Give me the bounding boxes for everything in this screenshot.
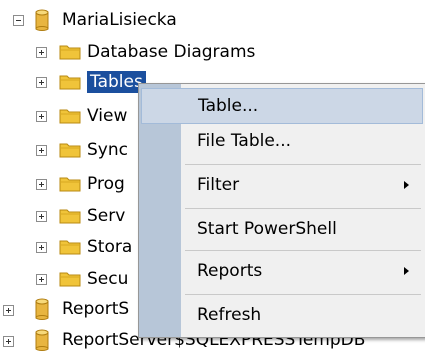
tree-node-views[interactable]: View [0, 100, 140, 130]
menu-separator [185, 164, 421, 165]
database-icon [35, 329, 49, 351]
menu-item-filter[interactable]: Filter [141, 168, 423, 204]
folder-icon [59, 45, 81, 60]
tree-node-label: Serv [87, 206, 126, 226]
context-menu: Table... File Table... Filter Start Powe… [138, 83, 425, 338]
folder-icon [59, 209, 81, 224]
folder-icon [59, 240, 81, 255]
menu-item-label: Table... [198, 96, 259, 116]
tree-node-security[interactable]: Secu [0, 263, 140, 293]
tree-node-label: Sync [87, 140, 128, 160]
tree-node-database[interactable]: MariaLisiecka [0, 5, 200, 35]
menu-item-label: Filter [197, 175, 240, 195]
menu-item-reports[interactable]: Reports [141, 254, 423, 290]
expand-icon[interactable] [36, 274, 47, 285]
menu-item-file-table[interactable]: File Table... [141, 124, 423, 160]
submenu-arrow-icon [404, 181, 409, 189]
tree-node-label: ReportS [62, 299, 130, 319]
tree-node-service-broker[interactable]: Serv [0, 200, 140, 230]
database-icon [35, 298, 49, 320]
menu-item-new-table[interactable]: Table... [141, 88, 423, 124]
expand-icon[interactable] [3, 336, 14, 347]
menu-item-label: Refresh [197, 305, 262, 325]
database-icon [35, 9, 49, 31]
menu-item-label: Reports [197, 261, 263, 281]
menu-separator [185, 294, 421, 295]
submenu-arrow-icon [404, 267, 409, 275]
folder-icon [59, 109, 81, 124]
tree-node-label: Stora [87, 237, 133, 257]
tree-node-label: View [87, 106, 128, 126]
folder-icon [59, 143, 81, 158]
menu-item-start-powershell[interactable]: Start PowerShell [141, 212, 423, 248]
tree-node-database[interactable]: ReportS [0, 294, 140, 324]
expand-icon[interactable] [36, 111, 47, 122]
expand-icon[interactable] [36, 77, 47, 88]
collapse-icon[interactable] [13, 15, 24, 26]
tree-node-storage[interactable]: Stora [0, 231, 140, 261]
tree-node-programmability[interactable]: Prog [0, 168, 140, 198]
expand-icon[interactable] [3, 305, 14, 316]
expand-icon[interactable] [36, 47, 47, 58]
menu-separator [185, 250, 421, 251]
tree-node-label: MariaLisiecka [62, 10, 177, 30]
expand-icon[interactable] [36, 145, 47, 156]
menu-item-label: File Table... [197, 131, 292, 151]
menu-item-refresh[interactable]: Refresh [141, 298, 423, 334]
menu-separator [185, 208, 421, 209]
tree-node-label: Database Diagrams [87, 42, 256, 62]
expand-icon[interactable] [36, 242, 47, 253]
tree-node-label: Tables [87, 71, 146, 93]
tree-node-label: Secu [87, 269, 129, 289]
tree-node-label: Prog [87, 174, 125, 194]
menu-item-label: Start PowerShell [197, 219, 337, 239]
folder-icon [59, 272, 81, 287]
tree-node-synonyms[interactable]: Sync [0, 134, 140, 164]
expand-icon[interactable] [36, 179, 47, 190]
tree-node-database-diagrams[interactable]: Database Diagrams [0, 36, 300, 66]
folder-icon [59, 75, 81, 90]
folder-icon [59, 177, 81, 192]
expand-icon[interactable] [36, 211, 47, 222]
